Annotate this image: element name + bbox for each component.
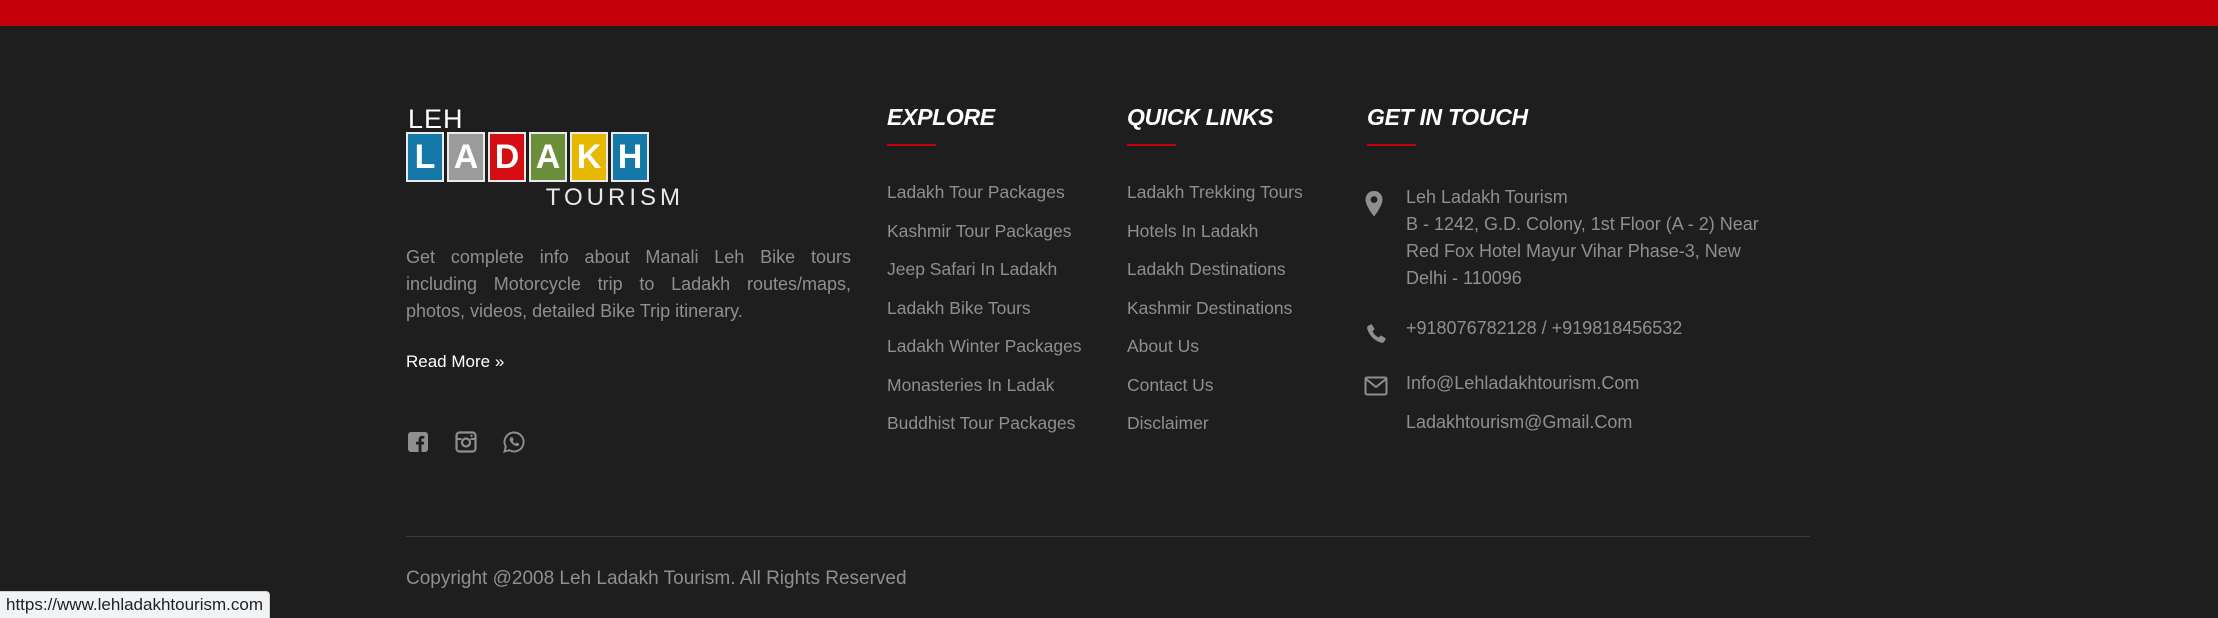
quick-link[interactable]: Contact Us: [1127, 374, 1303, 413]
contact-column: GET IN TOUCH: [1367, 102, 1528, 146]
explore-link[interactable]: Monasteries In Ladak: [887, 374, 1082, 413]
instagram-icon[interactable]: [454, 430, 478, 454]
quick-link[interactable]: Disclaimer: [1127, 412, 1303, 451]
address-line: Leh Ladakh Tourism: [1406, 187, 1568, 207]
explore-link[interactable]: Ladakh Tour Packages: [887, 181, 1082, 220]
contact-heading: GET IN TOUCH: [1367, 104, 1528, 130]
explore-link[interactable]: Ladakh Winter Packages: [887, 335, 1082, 374]
address-line: Red Fox Hotel Mayur Vihar Phase-3, New: [1406, 241, 1741, 261]
read-more-link[interactable]: Read More »: [406, 352, 504, 372]
quick-link[interactable]: Ladakh Trekking Tours: [1127, 181, 1303, 220]
quick-link[interactable]: Hotels In Ladakh: [1127, 220, 1303, 259]
contact-phone[interactable]: +918076782128 / +919818456532: [1406, 315, 1682, 342]
explore-link[interactable]: Jeep Safari In Ladakh: [887, 258, 1082, 297]
quick-link[interactable]: Ladakh Destinations: [1127, 258, 1303, 297]
explore-heading: EXPLORE: [887, 104, 995, 130]
logo-tile: L: [406, 132, 444, 182]
phone-icon: [1367, 324, 1386, 343]
site-logo[interactable]: LEH L A D A K H TOURISM: [406, 104, 686, 212]
quick-links-column: QUICK LINKS Ladakh Trekking Tours Hotels…: [1127, 102, 1303, 433]
top-accent-bar: [0, 0, 2218, 26]
heading-underline: [1367, 144, 1416, 146]
explore-column: EXPLORE Ladakh Tour Packages Kashmir Tou…: [887, 102, 1082, 433]
logo-top-text: LEH: [408, 104, 464, 134]
browser-status-url: https://www.lehladakhtourism.com: [0, 591, 270, 618]
address-line: Delhi - 110096: [1406, 268, 1522, 288]
contact-address: Leh Ladakh Tourism B - 1242, G.D. Colony…: [1406, 184, 1759, 292]
copyright-text: Copyright @2008 Leh Ladakh Tourism. All …: [406, 568, 907, 589]
logo-tile: H: [611, 132, 649, 182]
about-text: Get complete info about Manali Leh Bike …: [406, 247, 851, 321]
heading-underline: [1127, 144, 1176, 146]
quick-links-list: Ladakh Trekking Tours Hotels In Ladakh L…: [1127, 181, 1303, 451]
quick-link[interactable]: About Us: [1127, 335, 1303, 374]
contact-email-primary[interactable]: Info@Lehladakhtourism.Com: [1406, 370, 1639, 397]
explore-link[interactable]: Buddhist Tour Packages: [887, 412, 1082, 451]
address-line: B - 1242, G.D. Colony, 1st Floor (A - 2)…: [1406, 214, 1759, 234]
explore-links: Ladakh Tour Packages Kashmir Tour Packag…: [887, 181, 1082, 451]
location-pin-icon: [1365, 191, 1383, 217]
logo-tile: A: [529, 132, 567, 182]
quick-link[interactable]: Kashmir Destinations: [1127, 297, 1303, 336]
heading-underline: [887, 144, 936, 146]
envelope-icon: [1364, 376, 1388, 396]
footer-divider: [406, 536, 1810, 537]
logo-tile: D: [488, 132, 526, 182]
explore-link[interactable]: Kashmir Tour Packages: [887, 220, 1082, 259]
explore-link[interactable]: Ladakh Bike Tours: [887, 297, 1082, 336]
facebook-icon[interactable]: [406, 430, 430, 454]
contact-email-secondary[interactable]: Ladakhtourism@Gmail.Com: [1406, 409, 1632, 436]
logo-tile: A: [447, 132, 485, 182]
logo-bottom-text: TOURISM: [545, 184, 684, 211]
quick-links-heading: QUICK LINKS: [1127, 104, 1274, 130]
logo-tiles: L A D A K H: [406, 132, 649, 182]
logo-tile: K: [570, 132, 608, 182]
whatsapp-icon[interactable]: [502, 430, 526, 454]
